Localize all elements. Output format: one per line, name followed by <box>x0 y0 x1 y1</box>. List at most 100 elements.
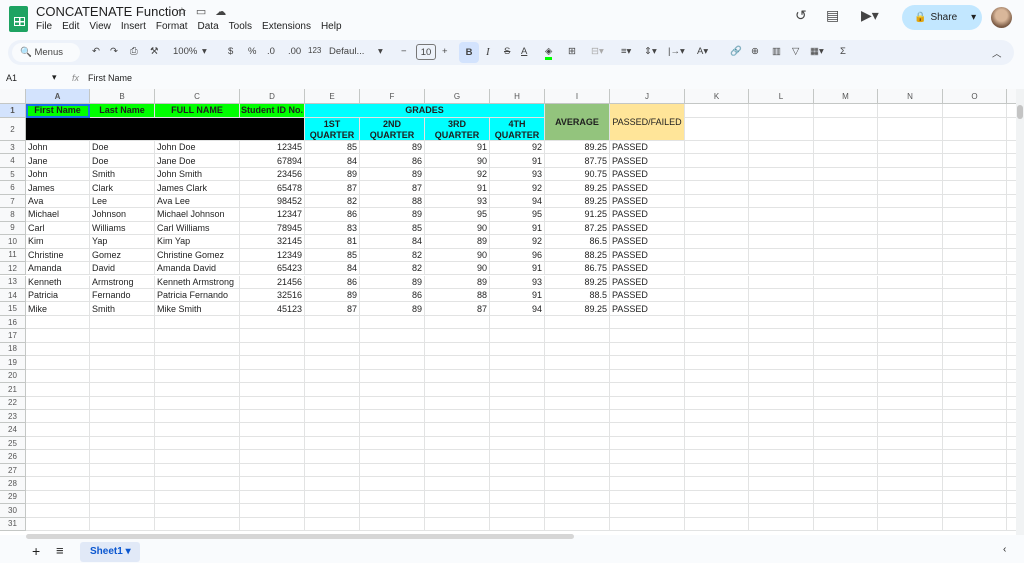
cell-q2[interactable]: 89 <box>360 275 425 289</box>
row-header[interactable]: 24 <box>0 423 26 437</box>
cell-status[interactable]: PASSED <box>610 141 685 155</box>
star-icon[interactable]: ☆ <box>177 6 196 18</box>
row-header[interactable]: 13 <box>0 275 26 289</box>
column-header-m[interactable]: M <box>814 89 878 104</box>
collapse-toolbar-icon[interactable]: ︿ <box>992 46 1002 60</box>
cell-first-name[interactable]: Christine <box>26 248 90 263</box>
cell-student-id[interactable]: 23456 <box>240 167 305 182</box>
cell-last-name[interactable]: Smith <box>90 167 155 182</box>
column-header-l[interactable]: L <box>749 89 814 104</box>
filter-views-icon[interactable]: ▦▾ <box>810 46 824 57</box>
cell-status[interactable]: PASSED <box>610 221 685 236</box>
bold-button[interactable]: B <box>459 42 479 63</box>
cell-q4[interactable]: 93 <box>490 275 545 289</box>
cell-last-name[interactable]: David <box>90 262 155 276</box>
borders-icon[interactable]: ⊞ <box>568 46 576 57</box>
all-sheets-icon[interactable]: ≡ <box>56 543 64 558</box>
cell-last-name[interactable]: Johnson <box>90 208 155 222</box>
row-header[interactable]: 18 <box>0 342 26 357</box>
font-select[interactable]: Defaul... <box>329 46 364 57</box>
avatar[interactable] <box>991 7 1012 28</box>
cell-status[interactable]: PASSED <box>610 154 685 168</box>
cell-first-name[interactable]: John <box>26 167 90 182</box>
cell-q2[interactable]: 86 <box>360 154 425 168</box>
cell-average[interactable]: 89.25 <box>545 275 610 289</box>
cell-first-name[interactable]: John <box>26 141 90 155</box>
row-header[interactable]: 25 <box>0 436 26 451</box>
row-header[interactable]: 19 <box>0 356 26 370</box>
cell-q1[interactable]: 85 <box>305 141 360 155</box>
cell-q3[interactable]: 91 <box>425 141 490 155</box>
cell-q3[interactable]: 90 <box>425 221 490 236</box>
cell-q3[interactable]: 90 <box>425 262 490 276</box>
cell-first-name[interactable]: Patricia <box>26 288 90 303</box>
cell-q2[interactable]: 87 <box>360 181 425 195</box>
row-header[interactable]: 15 <box>0 302 26 316</box>
row-header[interactable]: 10 <box>0 235 26 249</box>
cell-average[interactable]: 86.5 <box>545 235 610 249</box>
column-header-d[interactable]: D <box>240 89 305 104</box>
cell-full-name[interactable]: Patricia Fernando <box>155 288 240 303</box>
cell-average[interactable]: 88.25 <box>545 248 610 263</box>
cell-q2[interactable]: 84 <box>360 235 425 249</box>
cell-q1[interactable]: 86 <box>305 208 360 222</box>
cell-q1[interactable]: 87 <box>305 302 360 316</box>
row-header[interactable]: 9 <box>0 221 26 236</box>
cell-student-id[interactable]: 45123 <box>240 302 305 316</box>
cell-q2[interactable]: 82 <box>360 262 425 276</box>
cell-q1[interactable]: 87 <box>305 181 360 195</box>
functions-button[interactable]: Σ <box>840 46 846 57</box>
cell-q4[interactable]: 93 <box>490 167 545 182</box>
name-box[interactable]: A1 <box>6 73 17 83</box>
column-header-b[interactable]: B <box>90 89 155 104</box>
cell-q2[interactable]: 89 <box>360 208 425 222</box>
cell-first-name[interactable]: Michael <box>26 208 90 222</box>
text-rotation-icon[interactable]: A▾ <box>697 46 708 57</box>
cell-full-name[interactable]: Kim Yap <box>155 235 240 249</box>
font-dropdown-icon[interactable]: ▾ <box>378 46 383 57</box>
cell-full-name[interactable]: Kenneth Armstrong <box>155 275 240 289</box>
currency-button[interactable]: $ <box>228 46 233 57</box>
decrease-font-icon[interactable]: − <box>401 46 407 57</box>
menu-file[interactable]: File <box>36 21 52 32</box>
cell-q1[interactable]: 86 <box>305 275 360 289</box>
cell-student-id[interactable]: 21456 <box>240 275 305 289</box>
menu-extensions[interactable]: Extensions <box>262 21 311 32</box>
cell-q3[interactable]: 87 <box>425 302 490 316</box>
horizontal-scrollbar[interactable] <box>26 533 1016 540</box>
cell-average[interactable]: 88.5 <box>545 288 610 303</box>
row-header[interactable]: 28 <box>0 477 26 491</box>
cell-q3[interactable]: 92 <box>425 167 490 182</box>
cell-last-name[interactable]: Lee <box>90 194 155 209</box>
cell-last-name[interactable]: Doe <box>90 154 155 168</box>
cell-student-id[interactable]: 32516 <box>240 288 305 303</box>
column-header-j[interactable]: J <box>610 89 685 104</box>
column-header-k[interactable]: K <box>685 89 749 104</box>
cell-q2[interactable]: 82 <box>360 248 425 263</box>
cell-q3[interactable]: 93 <box>425 194 490 209</box>
meet-icon[interactable]: ▶▾ <box>861 7 879 24</box>
cell-first-name[interactable]: Kim <box>26 235 90 249</box>
cell-full-name[interactable]: Mike Smith <box>155 302 240 316</box>
cell-average[interactable]: 91.25 <box>545 208 610 222</box>
undo-icon[interactable]: ↶ <box>92 46 100 57</box>
column-header-c[interactable]: C <box>155 89 240 104</box>
decrease-decimal-button[interactable]: .0 <box>267 46 275 57</box>
cell-full-name[interactable]: Michael Johnson <box>155 208 240 222</box>
cell-q4[interactable]: 91 <box>490 154 545 168</box>
cell-q3[interactable]: 95 <box>425 208 490 222</box>
menu-format[interactable]: Format <box>156 21 188 32</box>
vertical-scrollbar[interactable] <box>1016 89 1024 535</box>
row-header[interactable]: 3 <box>0 141 26 155</box>
menu-help[interactable]: Help <box>321 21 342 32</box>
cell-q1[interactable]: 89 <box>305 288 360 303</box>
column-header-f[interactable]: F <box>360 89 425 104</box>
row-header[interactable]: 16 <box>0 315 26 330</box>
cell-average[interactable]: 86.75 <box>545 262 610 276</box>
cell-status[interactable]: PASSED <box>610 208 685 222</box>
cell-full-name[interactable]: Ava Lee <box>155 194 240 209</box>
column-header-a[interactable]: A <box>26 89 90 104</box>
cell-student-id[interactable]: 65478 <box>240 181 305 195</box>
row-header[interactable]: 1 <box>0 104 26 118</box>
increase-font-icon[interactable]: + <box>442 46 448 57</box>
